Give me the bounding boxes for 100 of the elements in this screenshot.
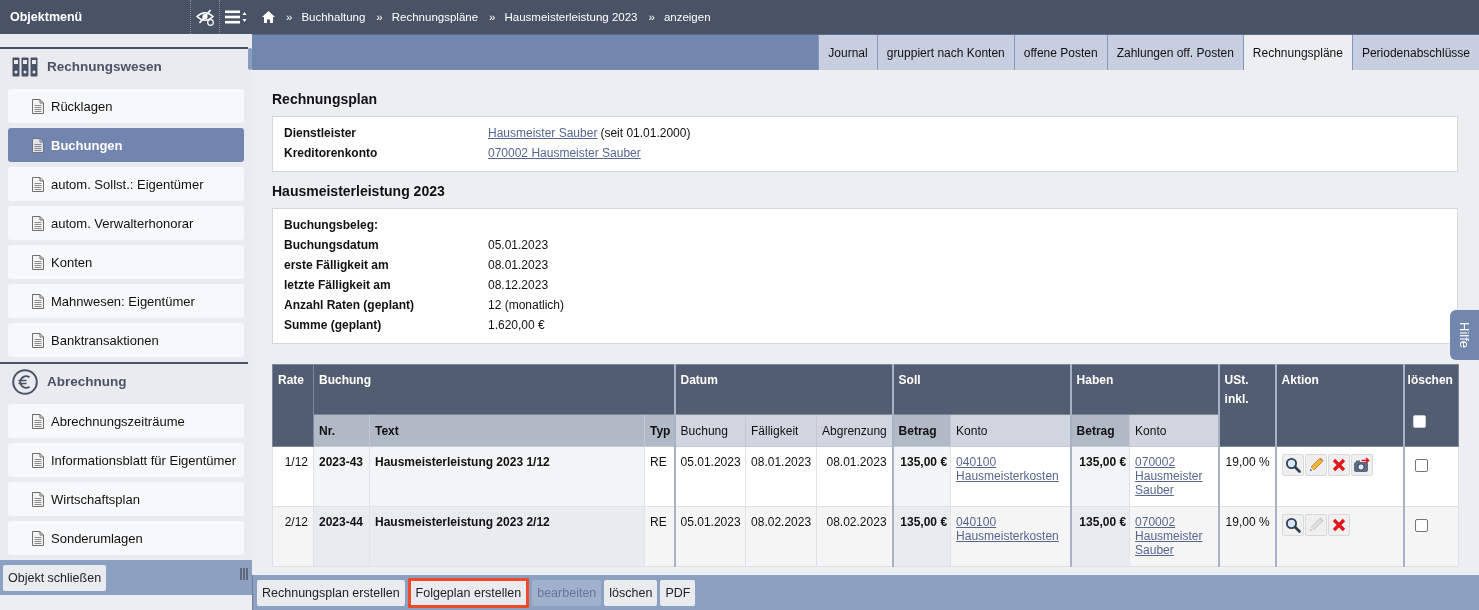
select-all-checkbox[interactable] <box>1412 415 1426 428</box>
breadcrumb-current: anzeigen <box>663 11 711 23</box>
toolbar-button[interactable]: PDF <box>660 579 696 606</box>
breadcrumb-separator: » <box>489 11 496 23</box>
field-value: 05.01.2023 <box>488 238 550 252</box>
column-header: Nr. <box>313 414 370 447</box>
column-header: Buchung <box>674 414 746 447</box>
column-header: Konto <box>1129 414 1219 447</box>
breadcrumb-link[interactable]: Buchhaltung <box>301 11 366 23</box>
sidebar-item[interactable]: Buchungen <box>8 128 244 162</box>
sidebar-title: Objektmenü <box>9 10 84 24</box>
column-header: Buchung <box>313 364 675 415</box>
account-link[interactable]: 070002 Hausmeister Sauber <box>1135 515 1213 557</box>
row-checkbox[interactable] <box>1414 459 1428 472</box>
breadcrumb-link[interactable]: Rechnungspläne <box>391 11 479 23</box>
tab[interactable]: Rechnungspläne <box>1242 35 1352 70</box>
table-cell: 2023-43 <box>313 446 370 507</box>
document-icon <box>32 293 44 309</box>
breadcrumb-separator: » <box>286 11 293 23</box>
breadcrumb-link[interactable]: Hausmeisterleistung 2023 <box>504 11 638 23</box>
tab[interactable]: gruppiert nach Konten <box>876 35 1014 70</box>
table-cell: 08.02.2023 <box>745 506 817 567</box>
table-cell: RE <box>644 506 675 567</box>
account-link[interactable]: 040100 Hausmeisterkosten <box>956 515 1065 543</box>
menu-icon[interactable] <box>225 10 247 24</box>
document-icon <box>32 491 44 507</box>
account-link[interactable]: 070002 Hausmeister Sauber <box>1135 455 1213 497</box>
document-icon <box>32 98 44 114</box>
sidebar-item[interactable]: Konten <box>8 245 244 279</box>
field-label: letzte Fälligkeit am <box>284 278 392 292</box>
detail-link[interactable]: 070002 Hausmeister Sauber <box>488 146 641 160</box>
column-label: löschen <box>1407 372 1453 389</box>
toolbar-button: bearbeiten <box>532 579 602 606</box>
toolbar-button[interactable]: Rechnungsplan erstellen <box>257 579 405 606</box>
field-label: Buchungsdatum <box>284 238 380 252</box>
field-label: Anzahl Raten (geplant) <box>284 298 415 312</box>
field-value: 08.12.2023 <box>488 278 550 292</box>
breadcrumb-separator: » <box>376 11 383 23</box>
camera-arrow-icon <box>1352 457 1371 473</box>
eye-slash-icon[interactable] <box>196 8 214 26</box>
document-icon <box>32 215 44 231</box>
toolbar-button[interactable]: Folgeplan erstellen <box>407 577 530 608</box>
breadcrumb-separator: » <box>648 11 655 23</box>
document-icon <box>32 137 44 153</box>
table-cell: 135,00 € <box>1070 506 1130 567</box>
table-cell: 19,00 % <box>1218 506 1276 567</box>
account-link[interactable]: 040100 Hausmeisterkosten <box>956 455 1065 483</box>
field-label: Buchungsbeleg: <box>284 218 379 232</box>
sidebar-item[interactable]: Mahnwesen: Eigentümer <box>8 284 244 318</box>
search-icon <box>1284 517 1301 533</box>
view-button[interactable] <box>1281 454 1304 476</box>
field-label: Kreditorenkonto <box>284 146 379 160</box>
table-cell: Hausmeisterleistung 2023 2/12 <box>369 506 645 567</box>
table-cell: 08.01.2023 <box>816 446 893 507</box>
camera-button[interactable] <box>1350 454 1373 476</box>
delete-button[interactable] <box>1327 514 1350 536</box>
tab[interactable]: offene Posten <box>1013 35 1107 70</box>
sidebar-item[interactable]: Abrechnungszeiträume <box>8 404 244 438</box>
sidebar-item[interactable]: Banktransaktionen <box>8 323 244 357</box>
table-cell: RE <box>644 446 675 507</box>
home-icon[interactable] <box>262 11 275 23</box>
table-cell: 135,00 € <box>892 506 951 567</box>
delete-button[interactable] <box>1327 454 1350 476</box>
sidebar-item[interactable]: Informationsblatt für Eigentümer <box>8 443 244 477</box>
tab[interactable]: Periodenabschlüsse <box>1351 35 1479 70</box>
binders-icon <box>12 56 38 77</box>
column-header: Fälligkeit <box>745 414 817 447</box>
pencil-icon <box>1307 457 1324 473</box>
sidebar-item[interactable]: Wirtschaftsplan <box>8 482 244 516</box>
column-header: Rate <box>272 364 314 447</box>
detail-link[interactable]: Hausmeister Sauber <box>488 126 598 140</box>
euro-icon <box>12 368 38 395</box>
view-button[interactable] <box>1281 514 1304 536</box>
sidebar-item[interactable]: autom. Verwalterhonorar <box>8 206 244 240</box>
toolbar-button[interactable]: löschen <box>604 579 658 606</box>
section-heading: Abrechnung <box>47 374 127 389</box>
section-title: Hausmeisterleistung 2023 <box>272 182 446 200</box>
table-cell: 135,00 € <box>1070 446 1130 507</box>
column-header: Betrag <box>1070 414 1130 447</box>
cross-icon <box>1330 457 1347 473</box>
close-object-button[interactable]: Objekt schließen <box>3 564 107 591</box>
table-cell: 08.01.2023 <box>745 446 817 507</box>
column-header: Konto <box>950 414 1071 447</box>
document-icon <box>32 254 44 270</box>
document-icon <box>32 413 44 429</box>
scrollbar-thumb[interactable] <box>248 48 252 70</box>
row-checkbox[interactable] <box>1414 519 1428 532</box>
column-header: Aktion <box>1275 364 1404 447</box>
field-value: 12 (monatlich) <box>488 298 566 312</box>
tab[interactable]: Zahlungen off. Posten <box>1106 35 1243 70</box>
grip-icon[interactable] <box>240 568 248 580</box>
help-tab[interactable]: Hilfe <box>1450 310 1479 360</box>
table-cell: 1/12 <box>272 446 314 507</box>
column-header: USt. inkl. <box>1218 364 1276 447</box>
field-value: 1.620,00 € <box>488 318 546 332</box>
field-label: Summe (geplant) <box>284 318 383 332</box>
sidebar-item[interactable]: Rücklagen <box>8 89 244 123</box>
tab[interactable]: Journal <box>818 35 877 70</box>
sidebar-item[interactable]: Sonderumlagen <box>8 521 244 555</box>
sidebar-item[interactable]: autom. Sollst.: Eigentümer <box>8 167 244 201</box>
